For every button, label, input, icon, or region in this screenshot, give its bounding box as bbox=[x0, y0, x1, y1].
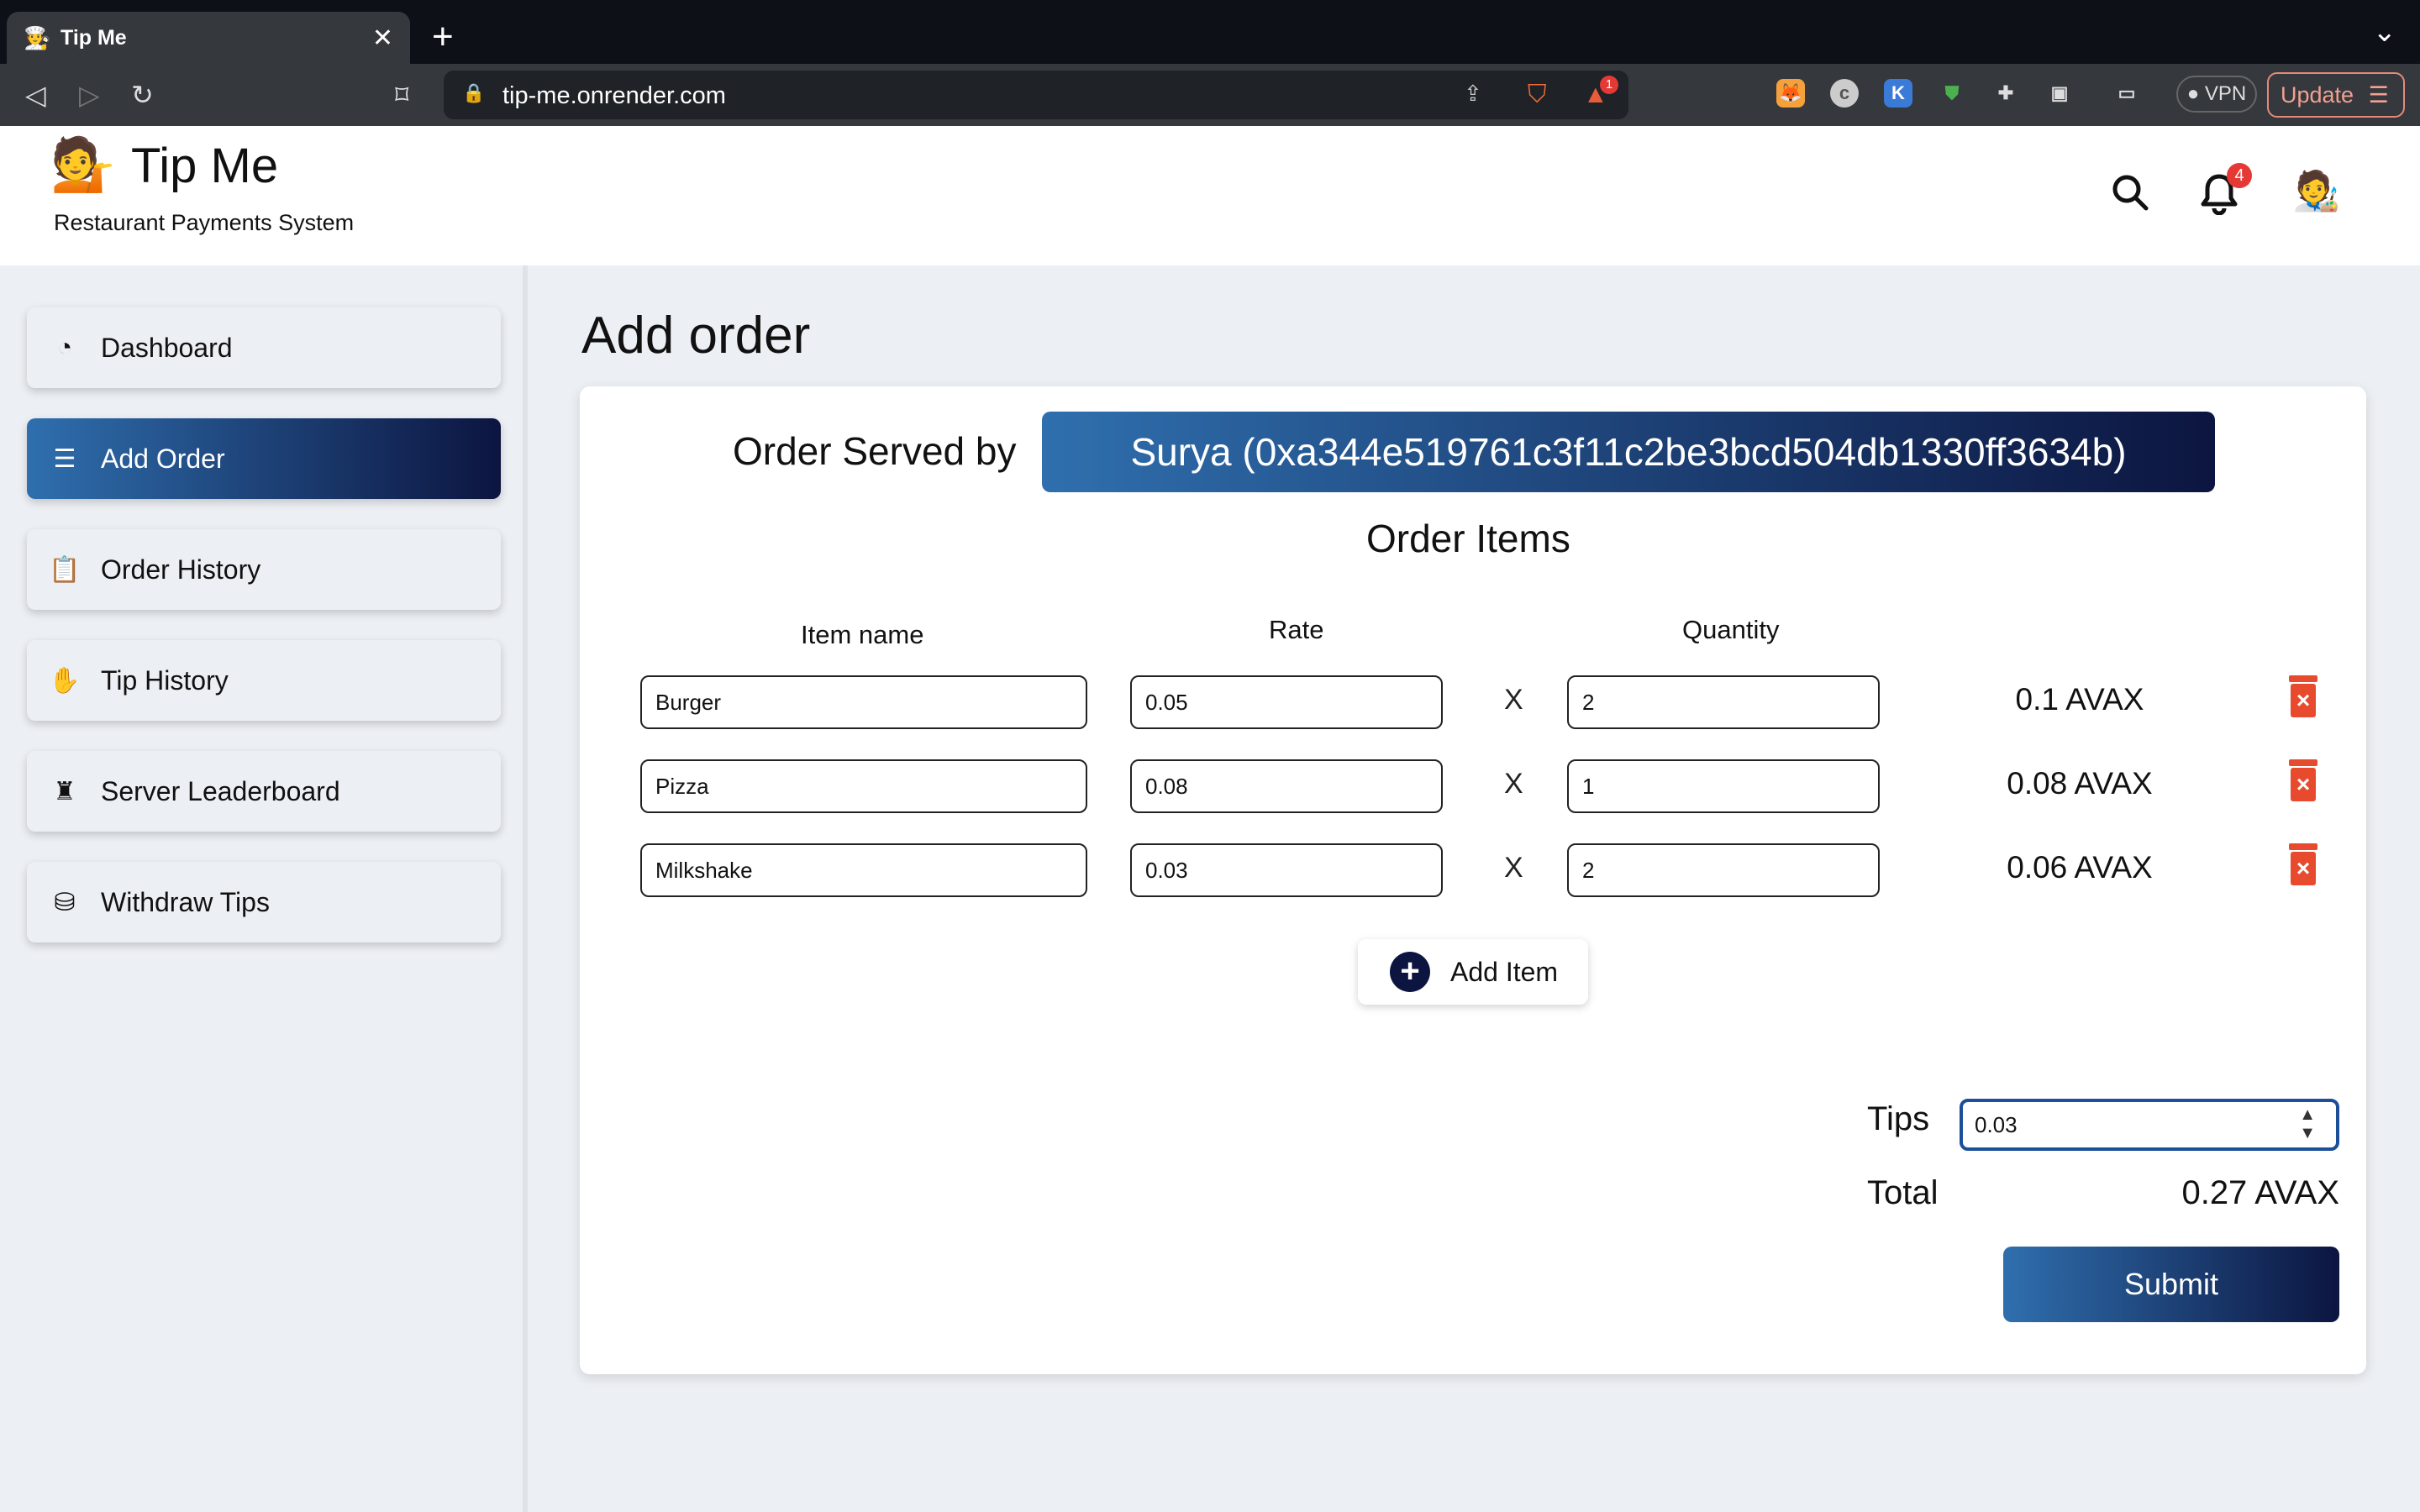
add-item-label: Add Item bbox=[1450, 956, 1559, 987]
close-tab-icon[interactable]: ✕ bbox=[372, 24, 393, 53]
clipboard-icon: 📋 bbox=[49, 555, 81, 584]
times-symbol: X bbox=[1504, 768, 1523, 800]
column-header-quantity: Quantity bbox=[1682, 615, 1780, 644]
app-header: 💁 Tip Me Restaurant Payments System 4 🧑‍… bbox=[0, 126, 2420, 265]
extension-k-icon[interactable]: K bbox=[1884, 79, 1912, 108]
menu-icon: ☰ bbox=[2368, 82, 2389, 108]
vpn-button[interactable]: ● VPN bbox=[2176, 76, 2257, 113]
waiter-logo-icon: 💁 bbox=[50, 136, 116, 194]
order-items-title: Order Items bbox=[1366, 517, 1570, 560]
delete-row-icon[interactable]: × bbox=[2287, 843, 2319, 885]
delete-row-icon[interactable]: × bbox=[2287, 675, 2319, 717]
browser-tab-bar: 🧑‍🍳 Tip Me ✕ + ⌄ bbox=[0, 0, 2420, 64]
new-tab-icon[interactable]: + bbox=[432, 13, 454, 60]
waiter-icon: ♜ bbox=[53, 777, 76, 806]
item-name-input[interactable] bbox=[640, 759, 1087, 813]
forward-icon[interactable]: ▷ bbox=[79, 81, 100, 109]
page-title: Add order bbox=[581, 307, 811, 365]
wallet-icon[interactable]: ▭ bbox=[2112, 79, 2141, 108]
rate-input[interactable] bbox=[1130, 843, 1443, 897]
sidebar-item-add-order[interactable]: ☰ Add Order bbox=[27, 418, 501, 499]
delete-row-icon[interactable]: × bbox=[2287, 759, 2319, 801]
brand-title: Tip Me bbox=[131, 139, 279, 193]
sidebar-item-label: Server Leaderboard bbox=[101, 775, 340, 806]
chevron-down-icon[interactable]: ⌄ bbox=[2373, 15, 2397, 49]
gauge-icon: ◔ bbox=[56, 333, 73, 361]
quantity-input[interactable] bbox=[1567, 843, 1880, 897]
withdraw-icon: ⛁ bbox=[54, 888, 76, 916]
total-label: Total bbox=[1867, 1174, 1939, 1211]
tab-favicon-icon: 🧑‍🍳 bbox=[24, 25, 51, 50]
update-button[interactable]: Update ☰ bbox=[2267, 72, 2405, 118]
bookmark-icon[interactable]: ⌑ bbox=[395, 81, 408, 109]
sidebar-toggle-icon[interactable]: ▣ bbox=[2045, 79, 2074, 108]
times-symbol: X bbox=[1504, 852, 1523, 884]
submit-button[interactable]: Submit bbox=[2003, 1247, 2339, 1322]
sidebar-item-tip-history[interactable]: ✋ Tip History bbox=[27, 640, 501, 721]
address-bar[interactable]: 🔒 tip-me.onrender.com ⇪ ⛉ ▲ 1 bbox=[444, 71, 1628, 119]
share-icon[interactable]: ⇪ bbox=[1464, 81, 1482, 107]
metamask-extension-icon[interactable]: 🦊 bbox=[1776, 79, 1805, 108]
brand-tagline: Restaurant Payments System bbox=[54, 210, 355, 235]
sidebar-item-label: Withdraw Tips bbox=[101, 886, 270, 917]
times-symbol: X bbox=[1504, 684, 1523, 716]
item-name-input[interactable] bbox=[640, 675, 1087, 729]
sidebar-item-server-leaderboard[interactable]: ♜ Server Leaderboard bbox=[27, 751, 501, 832]
back-icon[interactable]: ◁ bbox=[25, 81, 46, 109]
search-icon[interactable] bbox=[2111, 173, 2149, 221]
tab-title: Tip Me bbox=[60, 25, 127, 50]
sidebar-item-label: Add Order bbox=[101, 443, 225, 474]
spinner-icon[interactable]: ▲ ▼ bbox=[2299, 1105, 2316, 1142]
row-amount: 0.08 AVAX bbox=[2007, 766, 2153, 801]
url-text: tip-me.onrender.com bbox=[502, 82, 726, 109]
sidebar-item-label: Order History bbox=[101, 554, 261, 585]
rate-input[interactable] bbox=[1130, 675, 1443, 729]
item-name-input[interactable] bbox=[640, 843, 1087, 897]
brave-shield-icon[interactable]: ⛉ bbox=[1528, 81, 1547, 109]
avatar[interactable]: 🧑‍🎨 bbox=[2292, 168, 2340, 214]
notification-badge: 4 bbox=[2227, 163, 2252, 188]
quantity-input[interactable] bbox=[1567, 759, 1880, 813]
rewards-badge: 1 bbox=[1600, 76, 1618, 94]
tips-value: 0.03 bbox=[1975, 1112, 2018, 1137]
sidebar-item-label: Tip History bbox=[101, 664, 229, 696]
quantity-input[interactable] bbox=[1567, 675, 1880, 729]
sidebar-item-dashboard[interactable]: ◔ Dashboard bbox=[27, 307, 501, 388]
lock-icon: 🔒 bbox=[462, 82, 486, 103]
update-label: Update bbox=[2281, 82, 2354, 108]
vpn-label: VPN bbox=[2204, 82, 2247, 105]
row-amount: 0.06 AVAX bbox=[2007, 850, 2153, 885]
sidebar-item-label: Dashboard bbox=[101, 332, 233, 363]
hand-coin-icon: ✋ bbox=[49, 666, 81, 695]
plus-circle-icon: + bbox=[1390, 952, 1430, 992]
tips-label: Tips bbox=[1867, 1100, 1930, 1137]
rate-input[interactable] bbox=[1130, 759, 1443, 813]
burger-icon: ☰ bbox=[53, 444, 76, 473]
extension-c-icon[interactable]: c bbox=[1830, 79, 1859, 108]
served-by-label: Order Served by bbox=[733, 429, 1017, 473]
waiter-selector[interactable]: Surya (0xa344e519761c3f11c2be3bcd504db13… bbox=[1042, 412, 2215, 492]
browser-toolbar: ◁ ▷ ↻ ⌑ 🔒 tip-me.onrender.com ⇪ ⛉ ▲ 1 🦊 … bbox=[0, 64, 2420, 126]
tips-input[interactable]: 0.03 ▲ ▼ bbox=[1960, 1099, 2339, 1151]
extensions-puzzle-icon[interactable]: ✚ bbox=[1991, 79, 2020, 108]
browser-tab[interactable]: 🧑‍🍳 Tip Me ✕ bbox=[7, 12, 410, 64]
sidebar: ◔ Dashboard ☰ Add Order 📋 Order History … bbox=[0, 265, 528, 1512]
sidebar-item-withdraw-tips[interactable]: ⛁ Withdraw Tips bbox=[27, 862, 501, 942]
column-header-item: Item name bbox=[801, 620, 924, 649]
reload-icon[interactable]: ↻ bbox=[131, 81, 154, 109]
column-header-rate: Rate bbox=[1269, 615, 1324, 644]
add-item-button[interactable]: + Add Item bbox=[1358, 939, 1588, 1005]
total-value: 0.27 AVAX bbox=[2181, 1174, 2339, 1211]
row-amount: 0.1 AVAX bbox=[2015, 682, 2144, 717]
extension-shield-icon[interactable]: ⛊ bbox=[1938, 79, 1966, 108]
sidebar-item-order-history[interactable]: 📋 Order History bbox=[27, 529, 501, 610]
